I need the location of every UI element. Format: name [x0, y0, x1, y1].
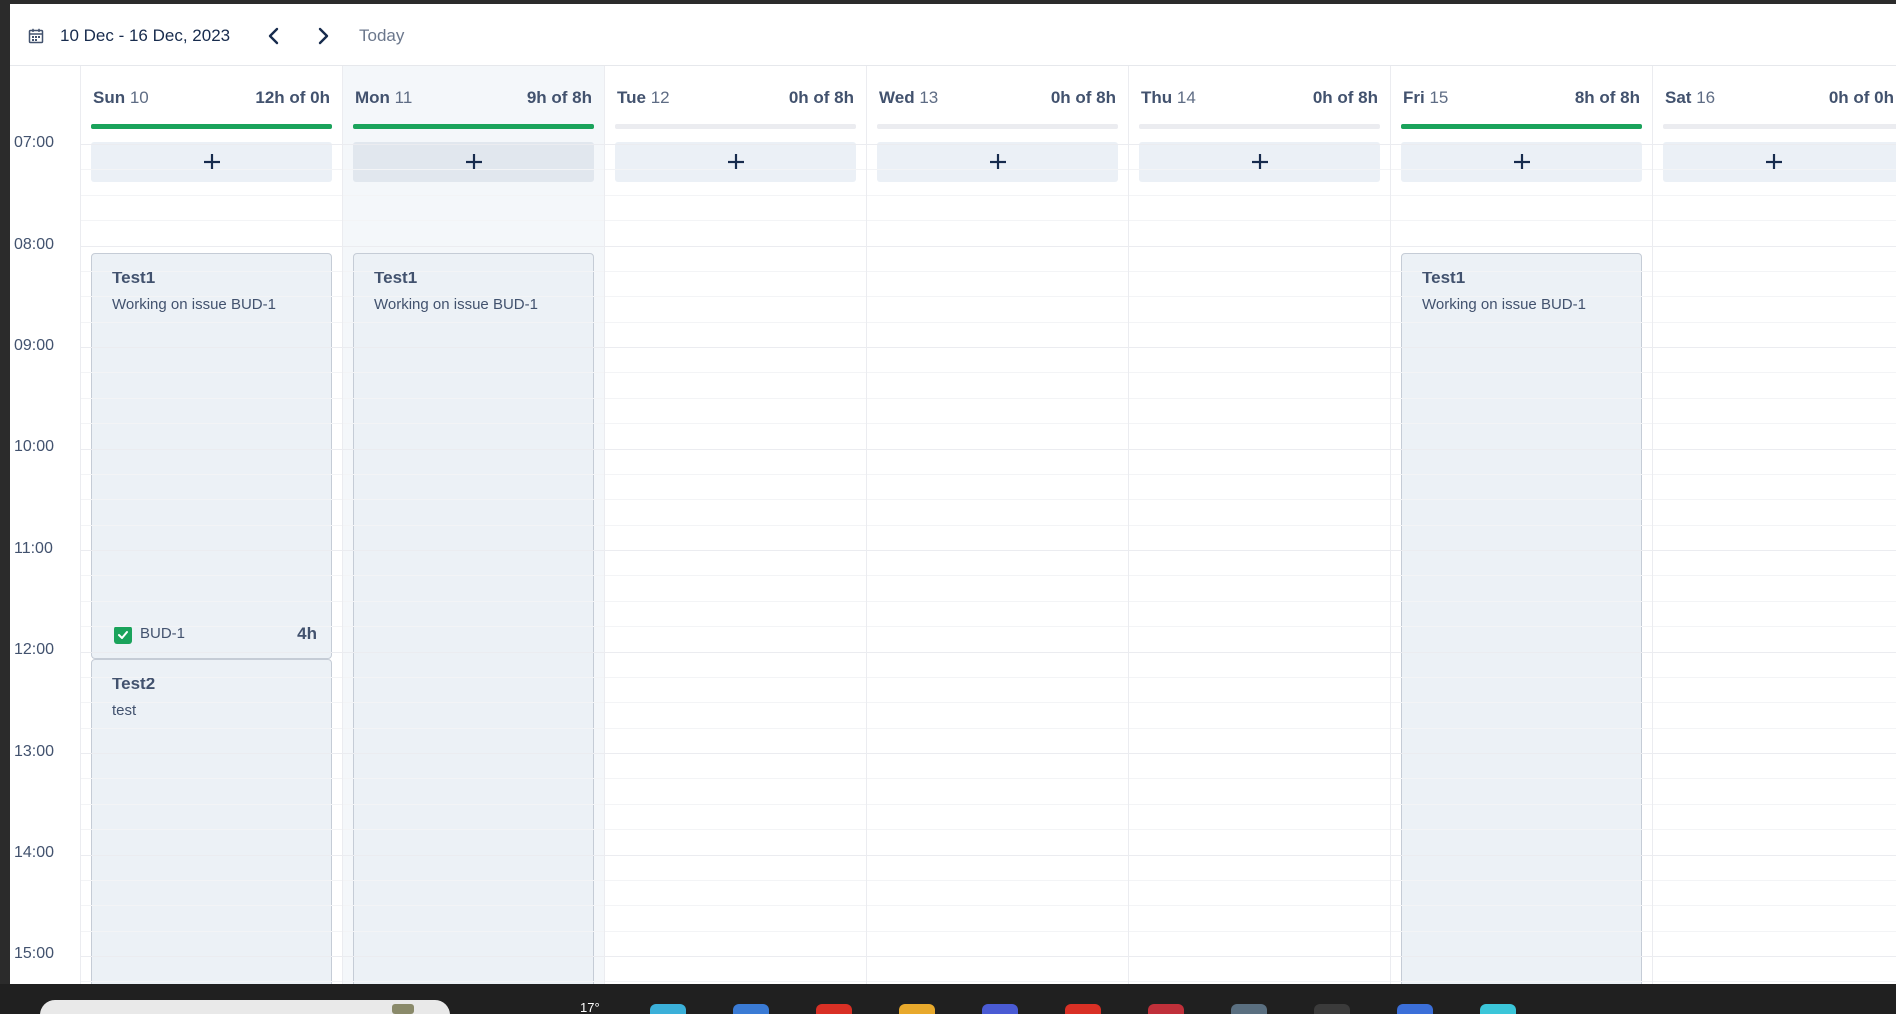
time-label: 09:00	[14, 337, 55, 354]
taskbar-app-icon[interactable]	[650, 1004, 686, 1014]
day-column-tue[interactable]: Tue 12 0h of 8h	[604, 66, 866, 984]
time-label: 14:00	[14, 844, 55, 861]
time-label: 08:00	[14, 236, 55, 253]
calendar-toolbar: 10 Dec - 16 Dec, 2023 Today	[10, 4, 1896, 66]
day-column-mon[interactable]: Mon 11 9h of 8h Test1 Working on issue B…	[342, 66, 604, 984]
day-progress-bar	[615, 124, 856, 129]
taskbar-app-icon[interactable]	[899, 1004, 935, 1014]
day-hours-summary: 0h of 8h	[1312, 88, 1378, 107]
day-header: Sat 16 0h of 0h	[1653, 66, 1896, 130]
event-footer: BUD-1 4h	[114, 624, 317, 646]
taskbar-app-icon[interactable]	[1148, 1004, 1184, 1014]
checkbox-icon	[114, 626, 132, 644]
issue-key[interactable]: BUD-1	[140, 625, 185, 642]
day-column-sat[interactable]: Sat 16 0h of 0h	[1652, 66, 1896, 984]
chevron-right-icon	[318, 27, 329, 45]
day-hours-summary: 9h of 8h	[526, 88, 592, 107]
day-label: Wed 13	[879, 88, 939, 107]
day-header: Fri 15 8h of 8h	[1391, 66, 1652, 130]
taskbar-app-icon[interactable]	[1231, 1004, 1267, 1014]
day-progress-bar	[1401, 124, 1642, 129]
time-label: 15:00	[14, 945, 55, 962]
add-worklog-button[interactable]	[1139, 142, 1380, 182]
day-hours-summary: 0h of 0h	[1828, 88, 1894, 107]
day-hours-summary: 12h of 0h	[255, 88, 330, 107]
worklog-event[interactable]: Test1 Working on issue BUD-1	[1401, 253, 1642, 984]
weather-widget[interactable]: 17°	[580, 1000, 600, 1014]
taskbar-app-icon[interactable]	[1480, 1004, 1516, 1014]
day-progress-bar	[91, 124, 332, 129]
day-label: Fri 15	[1403, 88, 1449, 107]
day-label: Tue 12	[617, 88, 670, 107]
time-label: 11:00	[14, 540, 53, 557]
day-column-wed[interactable]: Wed 13 0h of 8h	[866, 66, 1128, 984]
day-header: Wed 13 0h of 8h	[867, 66, 1128, 130]
event-description: test	[112, 702, 137, 719]
day-column-fri[interactable]: Fri 15 8h of 8h Test1 Working on issue B…	[1390, 66, 1652, 984]
day-header: Mon 11 9h of 8h	[343, 66, 604, 130]
day-label: Thu 14	[1141, 88, 1196, 107]
previous-week-button[interactable]	[260, 22, 288, 50]
calendar-app: 10 Dec - 16 Dec, 2023 Today 07:00 08:00 …	[10, 4, 1896, 984]
week-calendar-grid: 07:00 08:00 09:00 10:00 11:00 12:00 13:0…	[10, 66, 1896, 984]
next-week-button[interactable]	[309, 22, 337, 50]
add-worklog-button[interactable]	[615, 142, 856, 182]
day-label: Sat 16	[1665, 88, 1716, 107]
time-gutter: 07:00 08:00 09:00 10:00 11:00 12:00 13:0…	[10, 66, 80, 984]
chevron-left-icon	[268, 27, 279, 45]
day-progress-bar	[1139, 124, 1380, 129]
taskbar-app-icon[interactable]	[733, 1004, 769, 1014]
day-header: Sun 10 12h of 0h	[81, 66, 342, 130]
day-hours-summary: 0h of 8h	[788, 88, 854, 107]
os-taskbar: 17°	[0, 984, 1896, 1014]
day-column-sun[interactable]: Sun 10 12h of 0h Test1 Working on issue …	[80, 66, 342, 984]
day-column-thu[interactable]: Thu 14 0h of 8h	[1128, 66, 1390, 984]
event-description: Working on issue BUD-1	[1422, 296, 1586, 313]
add-worklog-button[interactable]	[353, 142, 594, 182]
add-worklog-button[interactable]	[91, 142, 332, 182]
worklog-event[interactable]: Test2 test	[91, 659, 332, 984]
taskbar-search-box[interactable]	[40, 1000, 450, 1014]
day-progress-bar	[1663, 124, 1896, 129]
add-worklog-button[interactable]	[877, 142, 1118, 182]
day-hours-summary: 0h of 8h	[1050, 88, 1116, 107]
add-worklog-button[interactable]	[1401, 142, 1642, 182]
calendar-icon[interactable]	[28, 28, 44, 44]
time-label: 07:00	[14, 134, 55, 151]
taskbar-app-icon[interactable]	[1397, 1004, 1433, 1014]
day-hours-summary: 8h of 8h	[1574, 88, 1640, 107]
day-progress-bar	[353, 124, 594, 129]
worklog-event[interactable]: Test1 Working on issue BUD-1	[353, 253, 594, 984]
event-description: Working on issue BUD-1	[374, 296, 538, 313]
day-label: Mon 11	[355, 88, 413, 107]
taskbar-app-icon[interactable]	[1065, 1004, 1101, 1014]
worklog-event[interactable]: Test1 Working on issue BUD-1 BUD-1 4h	[91, 253, 332, 659]
day-progress-bar	[877, 124, 1118, 129]
taskbar-app-icon[interactable]	[1314, 1004, 1350, 1014]
time-label: 10:00	[14, 438, 55, 455]
taskbar-app-icon[interactable]	[982, 1004, 1018, 1014]
day-label: Sun 10	[93, 88, 149, 107]
today-button[interactable]: Today	[359, 26, 404, 46]
search-highlight-icon	[392, 1004, 414, 1014]
time-label: 13:00	[14, 743, 55, 760]
add-worklog-button[interactable]	[1663, 142, 1896, 182]
event-description: Working on issue BUD-1	[112, 296, 276, 313]
day-header: Thu 14 0h of 8h	[1129, 66, 1390, 130]
day-header: Tue 12 0h of 8h	[605, 66, 866, 130]
date-range-label[interactable]: 10 Dec - 16 Dec, 2023	[60, 26, 230, 46]
taskbar-app-icon[interactable]	[816, 1004, 852, 1014]
time-label: 12:00	[14, 641, 55, 658]
